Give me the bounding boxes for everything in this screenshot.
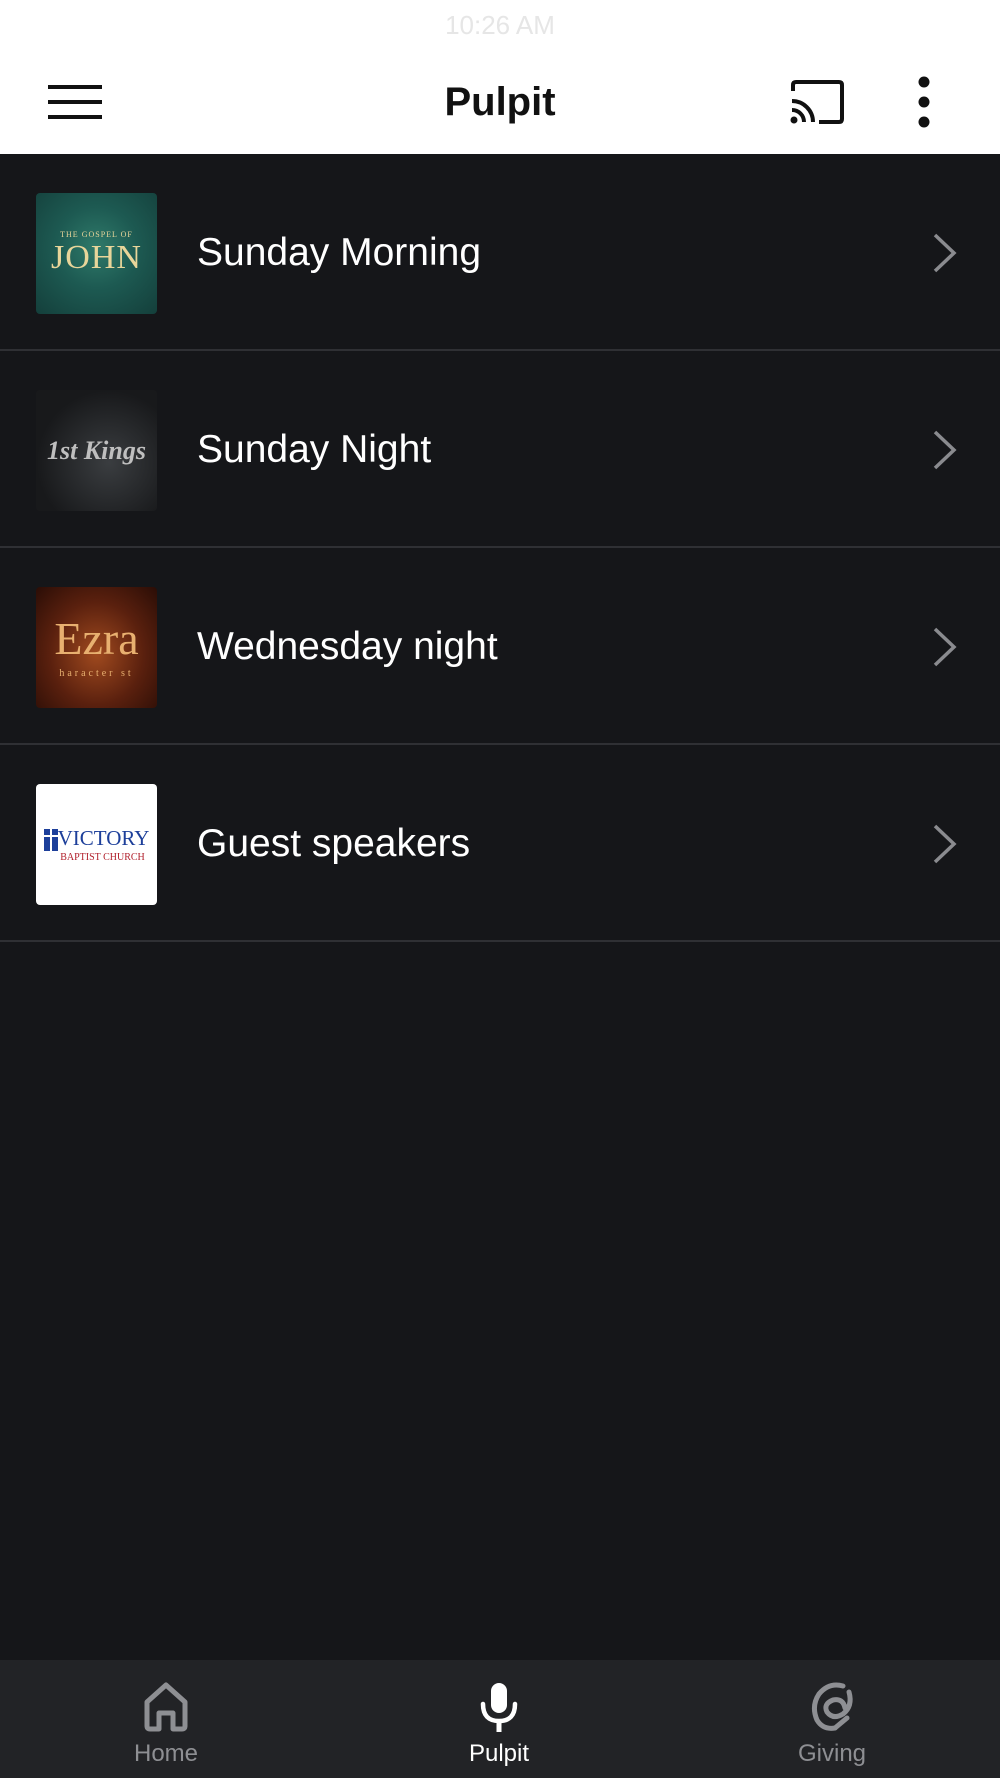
chevron-right-icon <box>933 627 957 667</box>
artwork-title: 1st Kings <box>47 435 146 465</box>
tab-label: Pulpit <box>468 1740 530 1767</box>
home-icon <box>144 1682 188 1732</box>
tab-giving[interactable]: Giving <box>732 1660 932 1778</box>
page-title: Pulpit <box>444 80 556 124</box>
list-item-label: Sunday Morning <box>197 231 482 274</box>
artwork-text: BAPTIST CHURCH <box>60 852 145 863</box>
status-time: 10:26 AM <box>445 10 555 40</box>
list-item-label: Sunday Night <box>197 428 432 471</box>
artwork-title: JOHN <box>51 239 142 276</box>
list-item-guest-speakers[interactable]: VICTORY BAPTIST CHURCH Guest speakers <box>0 745 1000 942</box>
chevron-right-icon <box>933 824 957 864</box>
bottom-tab-bar: Home Pulpit Giving <box>0 1660 1000 1778</box>
chevron-right-icon <box>933 430 957 470</box>
more-options-button[interactable] <box>894 72 954 132</box>
artwork-text: THE GOSPEL OF <box>60 230 133 239</box>
menu-button[interactable] <box>45 72 105 132</box>
pulpit-screen: 10:26 AM Pulpit THE GOSPEL OF JOHN Sunda… <box>0 0 1000 1778</box>
cast-button[interactable] <box>787 72 847 132</box>
series-list: THE GOSPEL OF JOHN Sunday Morning 1st Ki… <box>0 154 1000 942</box>
list-item-label: Wednesday night <box>197 625 498 668</box>
status-bar: 10:26 AM <box>0 0 1000 50</box>
tab-label: Giving <box>797 1740 867 1767</box>
artwork-text: haracter st <box>59 668 134 679</box>
chevron-right-icon <box>933 233 957 273</box>
cross-logo-icon <box>43 828 58 851</box>
list-item-sunday-night[interactable]: 1st Kings Sunday Night <box>0 351 1000 548</box>
microphone-icon <box>480 1683 518 1732</box>
artwork-title: Ezra <box>54 613 139 664</box>
series-artwork: 1st Kings <box>36 390 157 511</box>
list-item-sunday-morning[interactable]: THE GOSPEL OF JOHN Sunday Morning <box>0 154 1000 351</box>
cast-icon <box>790 80 844 124</box>
list-item-label: Guest speakers <box>197 822 471 865</box>
giving-icon <box>811 1682 853 1731</box>
list-item-wednesday-night[interactable]: Ezra haracter st Wednesday night <box>0 548 1000 745</box>
tab-label: Home <box>133 1740 199 1767</box>
series-artwork: THE GOSPEL OF JOHN <box>36 193 157 314</box>
victory-logo: VICTORY <box>43 826 150 851</box>
series-artwork: Ezra haracter st <box>36 587 157 708</box>
hamburger-menu-icon <box>48 85 102 119</box>
tab-pulpit[interactable]: Pulpit <box>399 1660 599 1778</box>
app-header: Pulpit <box>0 50 1000 154</box>
artwork-title: VICTORY <box>57 826 150 850</box>
series-artwork: VICTORY BAPTIST CHURCH <box>36 784 157 905</box>
tab-home[interactable]: Home <box>66 1660 266 1778</box>
more-vertical-icon <box>918 76 930 128</box>
